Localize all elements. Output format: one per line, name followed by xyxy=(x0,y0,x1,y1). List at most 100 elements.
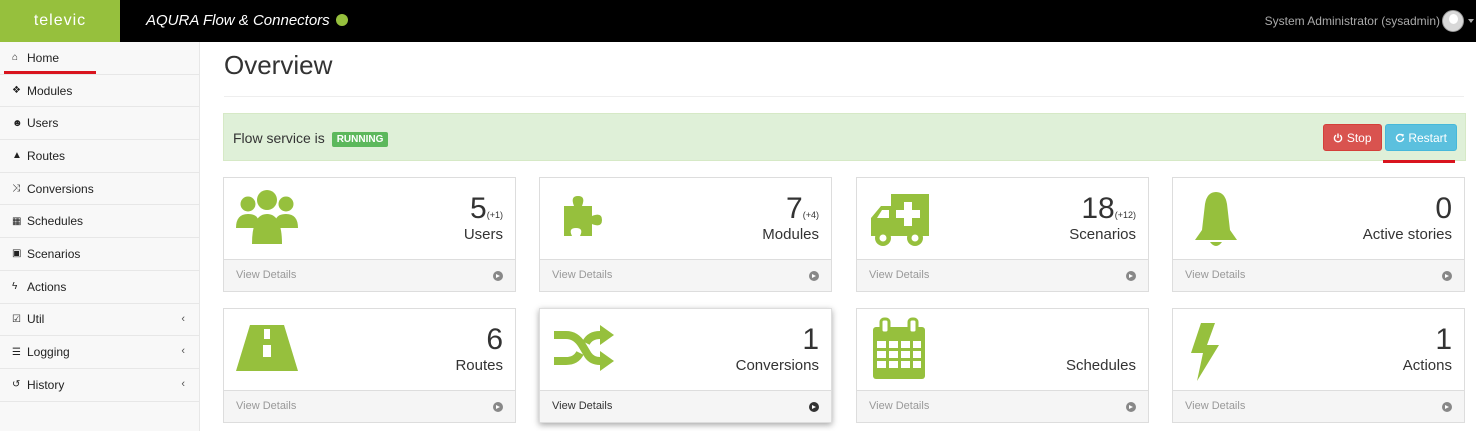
power-icon xyxy=(1334,133,1343,143)
sidebar-item-scenarios[interactable]: ▣ Scenarios xyxy=(0,238,199,271)
user-name[interactable]: System Administrator (sysadmin) xyxy=(1265,14,1440,28)
panel-label: Users xyxy=(463,226,503,243)
road-icon: ▲ xyxy=(12,150,22,162)
sidebar-item-label: Actions xyxy=(27,279,67,294)
service-status-alert: Flow service is RUNNING Stop Restart xyxy=(223,113,1466,161)
road-icon xyxy=(236,325,298,371)
modules-count: 7(+4) xyxy=(786,192,819,226)
sidebar-item-util[interactable]: ☑ Util ‹ xyxy=(0,304,199,337)
view-details-link[interactable]: View Details xyxy=(540,390,831,422)
sidebar-item-schedules[interactable]: ▦ Schedules xyxy=(0,205,199,239)
history-icon: ↺ xyxy=(12,379,21,391)
restart-label: Restart xyxy=(1408,131,1448,145)
view-details-link[interactable]: View Details xyxy=(857,259,1148,291)
sidebar: ⌂ Home ❖ Modules ☻ Users ▲ Routes ⤨ Conv… xyxy=(0,42,200,431)
annotation-underline xyxy=(4,71,96,74)
panel-label: Modules xyxy=(762,226,819,243)
panel-label: Active stories xyxy=(1362,226,1452,243)
view-details-link[interactable]: View Details xyxy=(1173,390,1464,422)
sidebar-item-label: Home xyxy=(27,50,60,65)
sidebar-item-history[interactable]: ↺ History ‹ xyxy=(0,369,199,402)
sidebar-item-label: Conversions xyxy=(27,181,94,196)
bolt-icon: ϟ xyxy=(12,281,18,293)
arrow-circle-right-icon xyxy=(1126,271,1136,281)
refresh-icon xyxy=(1395,133,1405,143)
users-panel: 5(+1) Users View Details xyxy=(223,177,516,292)
count-value: 7 xyxy=(786,192,803,225)
view-details-text: View Details xyxy=(1185,400,1246,412)
chevron-left-icon[interactable]: ‹ xyxy=(181,378,185,390)
modules-panel: 7(+4) Modules View Details xyxy=(539,177,832,292)
status-label: Flow service is xyxy=(233,130,325,146)
count-value: 18 xyxy=(1081,192,1115,225)
sidebar-item-label: Scenarios xyxy=(27,246,81,261)
sidebar-item-users[interactable]: ☻ Users xyxy=(0,107,199,141)
puzzle-icon: ❖ xyxy=(12,85,21,97)
bolt-icon xyxy=(1191,323,1219,381)
count-value: 0 xyxy=(1435,192,1452,225)
sidebar-item-modules[interactable]: ❖ Modules xyxy=(0,75,199,108)
panel-label: Routes xyxy=(455,357,503,374)
restart-button[interactable]: Restart xyxy=(1385,124,1457,151)
arrow-circle-right-icon xyxy=(809,271,819,281)
random-icon xyxy=(554,325,614,371)
view-details-link[interactable]: View Details xyxy=(1173,259,1464,291)
chevron-left-icon[interactable]: ‹ xyxy=(181,345,185,357)
arrow-circle-right-icon xyxy=(493,402,503,412)
ambulance-icon: ▣ xyxy=(12,248,22,260)
sidebar-item-routes[interactable]: ▲ Routes xyxy=(0,140,199,173)
status-dot-icon xyxy=(335,14,348,26)
count-value: 1 xyxy=(802,323,819,356)
televic-logo[interactable]: televic xyxy=(0,0,120,42)
chevron-left-icon[interactable]: ‹ xyxy=(181,313,185,325)
sidebar-item-label: Logging xyxy=(27,345,70,360)
view-details-link[interactable]: View Details xyxy=(224,259,515,291)
view-details-link[interactable]: View Details xyxy=(857,390,1148,422)
app-title-text: AQURA Flow & Connectors xyxy=(146,12,330,29)
arrow-circle-right-icon xyxy=(1442,402,1452,412)
bell-icon xyxy=(1195,192,1237,246)
sidebar-item-actions[interactable]: ϟ Actions xyxy=(0,271,199,304)
puzzle-icon xyxy=(564,196,602,236)
arrow-circle-right-icon xyxy=(1126,402,1136,412)
view-details-text: View Details xyxy=(552,269,613,281)
annotation-underline xyxy=(1383,160,1455,163)
home-icon: ⌂ xyxy=(12,52,19,64)
routes-count: 6 xyxy=(486,323,503,357)
view-details-text: View Details xyxy=(1185,269,1246,281)
actions-count: 1 xyxy=(1435,323,1452,357)
count-delta: (+1) xyxy=(486,210,503,220)
sidebar-item-home[interactable]: ⌂ Home xyxy=(0,42,199,75)
arrow-circle-right-icon xyxy=(493,271,503,281)
users-icon: ☻ xyxy=(12,117,23,129)
stop-button[interactable]: Stop xyxy=(1323,124,1382,151)
panel-label: Schedules xyxy=(1065,357,1136,374)
count-delta: (+4) xyxy=(802,210,819,220)
sidebar-item-logging[interactable]: ☰ Logging ‹ xyxy=(0,336,199,369)
panel-label: Actions xyxy=(1402,357,1452,374)
view-details-text: View Details xyxy=(552,400,613,412)
count-delta: (+12) xyxy=(1114,210,1136,220)
view-details-text: View Details xyxy=(236,269,297,281)
sidebar-item-label: Modules xyxy=(27,83,73,98)
view-details-text: View Details xyxy=(869,269,930,281)
active-stories-panel: 0 Active stories View Details xyxy=(1172,177,1465,292)
arrow-circle-right-icon xyxy=(809,402,819,412)
panel-label: Conversions xyxy=(735,357,819,374)
sidebar-item-label: Routes xyxy=(27,148,66,163)
avatar[interactable] xyxy=(1442,10,1464,32)
schedules-panel: Schedules View Details xyxy=(856,308,1149,423)
view-details-link[interactable]: View Details xyxy=(540,259,831,291)
view-details-link[interactable]: View Details xyxy=(224,390,515,422)
arrow-circle-right-icon xyxy=(1442,271,1452,281)
routes-panel: 6 Routes View Details xyxy=(223,308,516,423)
count-value: 1 xyxy=(1435,323,1452,356)
conversions-panel: 1 Conversions View Details xyxy=(539,308,832,423)
actions-panel: 1 Actions View Details xyxy=(1172,308,1465,423)
app-title: AQURA Flow & Connectors xyxy=(146,12,348,29)
chevron-down-icon[interactable] xyxy=(1468,19,1474,23)
view-details-text: View Details xyxy=(236,400,297,412)
check-square-icon: ☑ xyxy=(12,313,21,325)
sidebar-item-conversions[interactable]: ⤨ Conversions xyxy=(0,173,199,206)
view-details-text: View Details xyxy=(869,400,930,412)
